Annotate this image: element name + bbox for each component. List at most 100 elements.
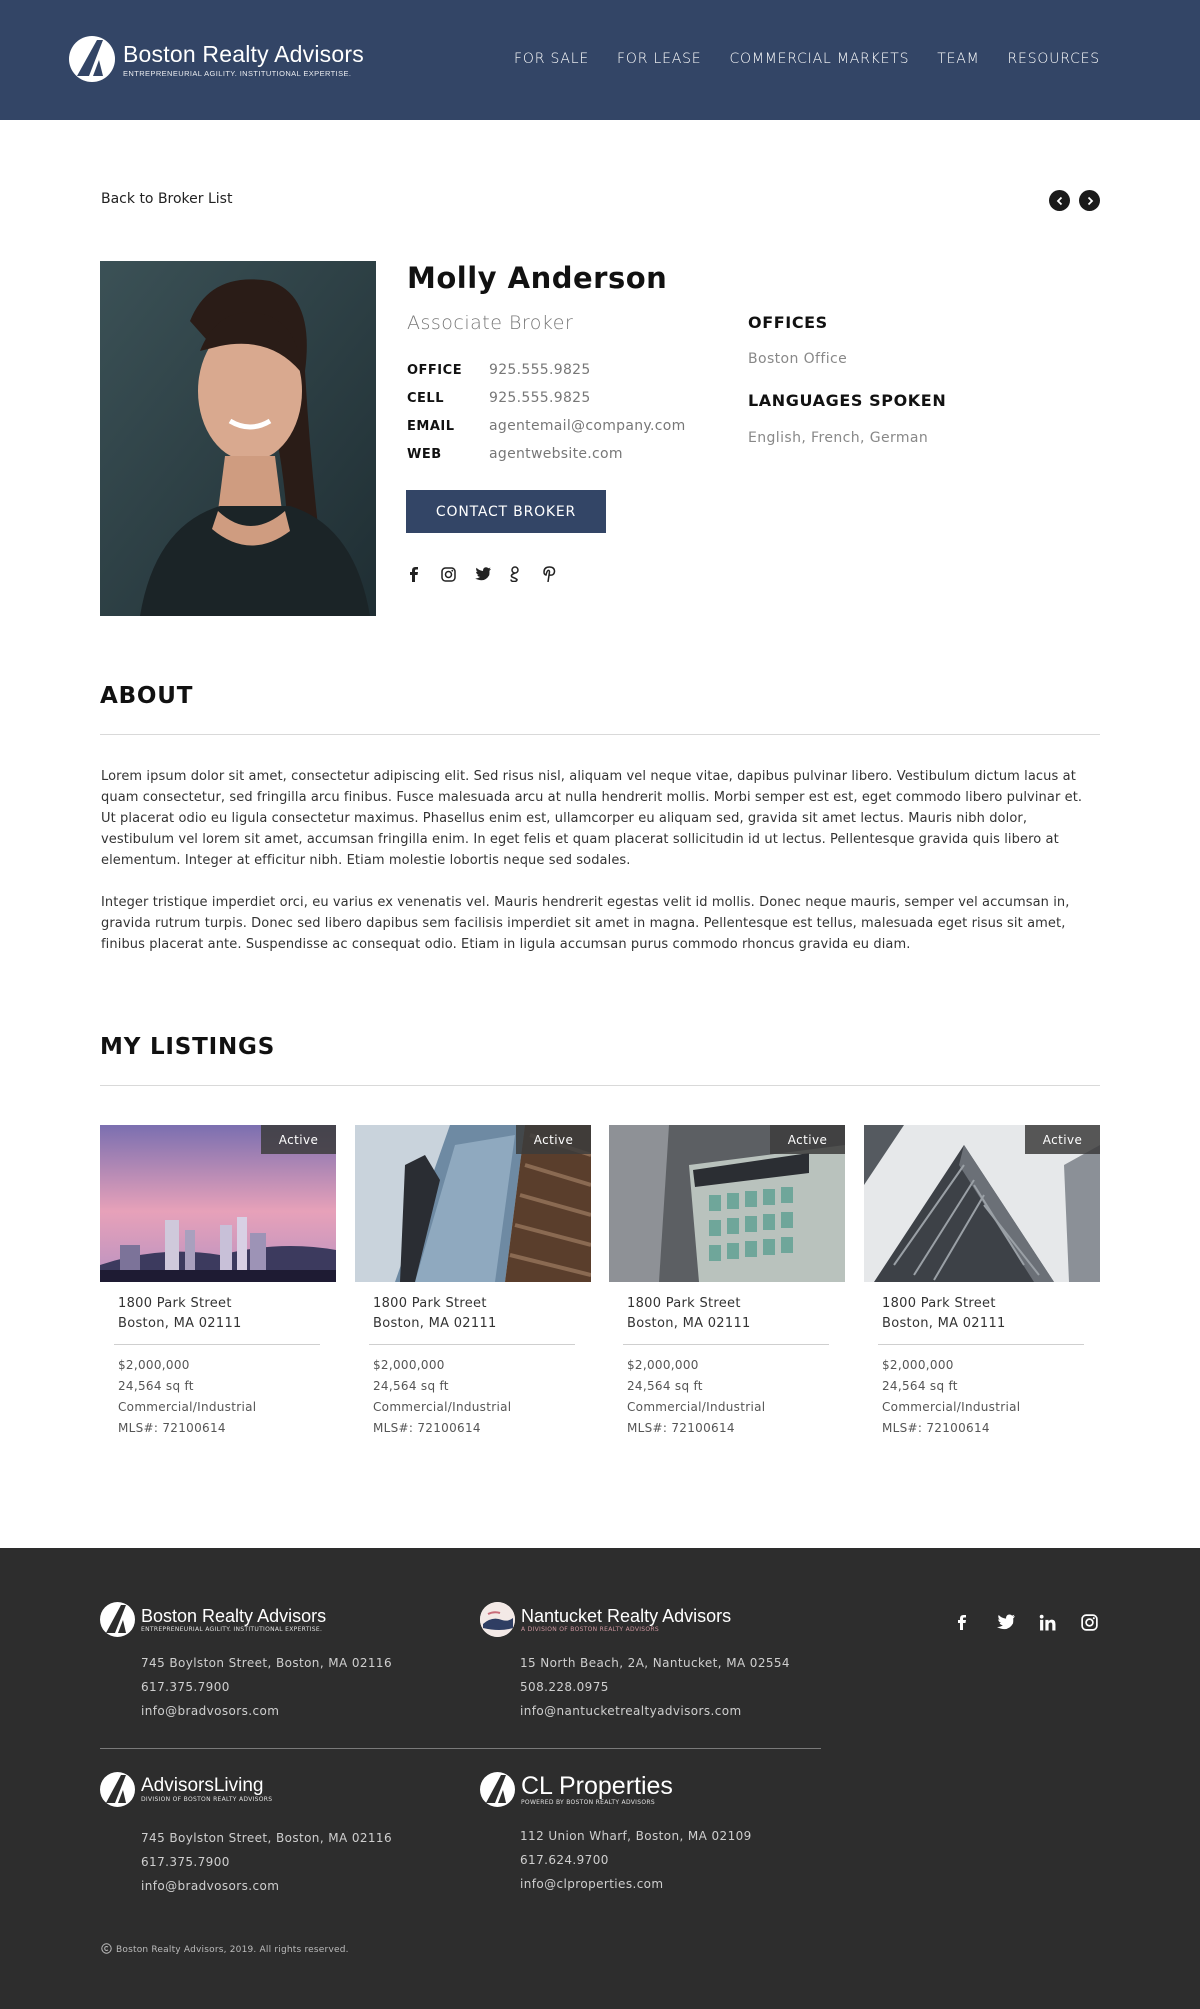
instagram-icon[interactable] (441, 563, 475, 585)
listing-mls: MLS#: 72100614 (882, 1421, 990, 1435)
listing-card[interactable]: Active 1800 Park Street Boston, MA 02111… (609, 1125, 845, 1439)
listing-price: $2,000,000 (627, 1358, 699, 1372)
brand-logo[interactable]: Boston Realty Advisors ENTREPRENEURIAL A… (69, 36, 364, 82)
footer-brand-tag: POWERED BY BOSTON REALTY ADVISORS (521, 1799, 655, 1806)
nav-resources[interactable]: RESOURCES (1008, 51, 1100, 67)
contact-label: OFFICE (407, 362, 463, 378)
listing-card[interactable]: Active 1800 Park Street Boston, MA 02111… (864, 1125, 1100, 1439)
broker-social-links (407, 563, 577, 585)
logo-mark-icon (480, 1772, 515, 1807)
about-divider (100, 734, 1100, 735)
listing-card[interactable]: Active 1800 Park Street Boston, MA 02111… (355, 1125, 591, 1439)
listing-size: 24,564 sq ft (882, 1379, 958, 1393)
contact-details: OFFICE 925.555.9825 CELL 925.555.9825 EM… (407, 356, 686, 468)
listing-size: 24,564 sq ft (627, 1379, 703, 1393)
previous-broker-button[interactable] (1049, 190, 1070, 211)
contact-label: EMAIL (407, 418, 455, 434)
nav-team[interactable]: TEAM (937, 51, 979, 67)
listing-card[interactable]: Active 1800 Park Street Boston, MA 02111… (100, 1125, 336, 1439)
listing-photo[interactable]: Active (864, 1125, 1100, 1282)
footer-brand-clproperties[interactable]: CL Properties POWERED BY BOSTON REALTY A… (480, 1772, 673, 1807)
footer-phone[interactable]: 617.375.7900 (141, 1850, 392, 1874)
contact-row-web: WEB agentwebsite.com (407, 440, 686, 468)
listing-street: 1800 Park Street (627, 1296, 741, 1311)
contact-label: CELL (407, 390, 444, 406)
footer-phone[interactable]: 617.624.9700 (520, 1848, 752, 1872)
footer-brand-name: AdvisorsLiving (141, 1775, 264, 1796)
footer-brand-name: CL Properties (521, 1772, 673, 1800)
listing-divider (623, 1344, 829, 1345)
footer-brand-name: Nantucket Realty Advisors (521, 1606, 732, 1626)
office-phone[interactable]: 925.555.9825 (489, 362, 591, 378)
footer-email[interactable]: info@clproperties.com (520, 1872, 752, 1896)
website-link[interactable]: agentwebsite.com (489, 446, 623, 462)
listing-street: 1800 Park Street (373, 1296, 487, 1311)
status-badge: Active (1025, 1125, 1100, 1154)
footer-email[interactable]: info@nantucketrealtyadvisors.com (520, 1699, 790, 1723)
nantucket-logo-icon (480, 1602, 515, 1637)
footer-brand-tag: ENTREPRENEURIAL AGILITY. INSTITUTIONAL E… (141, 1626, 323, 1633)
footer-contact-clproperties: 112 Union Wharf, Boston, MA 02109 617.62… (520, 1824, 752, 1896)
languages-value: English, French, German (748, 430, 929, 446)
status-badge: Active (516, 1125, 591, 1154)
twitter-icon[interactable] (997, 1613, 1039, 1631)
listing-price: $2,000,000 (118, 1358, 190, 1372)
footer-contact-nantucket: 15 North Beach, 2A, Nantucket, MA 02554 … (520, 1651, 790, 1723)
about-paragraph-2: Integer tristique imperdiet orci, eu var… (101, 895, 1070, 952)
twitter-icon[interactable] (475, 563, 509, 585)
email-link[interactable]: agentemail@company.com (489, 418, 686, 434)
footer-brand-boston[interactable]: Boston Realty Advisors ENTREPRENEURIAL A… (100, 1602, 326, 1637)
footer-email[interactable]: info@bradvosors.com (141, 1699, 392, 1723)
listing-city: Boston, MA 02111 (627, 1316, 751, 1331)
footer-contact-boston: 745 Boylston Street, Boston, MA 02116 61… (141, 1651, 392, 1723)
listing-city: Boston, MA 02111 (118, 1316, 242, 1331)
contact-row-email: EMAIL agentemail@company.com (407, 412, 686, 440)
facebook-icon[interactable] (955, 1613, 997, 1631)
cell-phone[interactable]: 925.555.9825 (489, 390, 591, 406)
listing-photo[interactable]: Active (100, 1125, 336, 1282)
footer-email[interactable]: info@bradvosors.com (141, 1874, 392, 1898)
broker-photo (100, 261, 376, 616)
facebook-icon[interactable] (407, 563, 441, 585)
listing-details: $2,000,000 24,564 sq ft Commercial/Indus… (882, 1355, 1100, 1439)
contact-broker-button[interactable]: CONTACT BROKER (406, 490, 606, 533)
listing-divider (369, 1344, 575, 1345)
listing-street: 1800 Park Street (882, 1296, 996, 1311)
logo-mark-icon (69, 36, 115, 82)
listing-photo[interactable]: Active (609, 1125, 845, 1282)
instagram-icon[interactable] (1081, 1613, 1123, 1631)
next-broker-button[interactable] (1079, 190, 1100, 211)
back-to-broker-list-link[interactable]: Back to Broker List (101, 191, 232, 207)
contact-row-office: OFFICE 925.555.9825 (407, 356, 686, 384)
site-header: Boston Realty Advisors ENTREPRENEURIAL A… (0, 0, 1200, 120)
footer-brand-tag: A DIVISION OF BOSTON REALTY ADVISORS (521, 1626, 659, 1633)
copyright: Boston Realty Advisors, 2019. All rights… (101, 1943, 349, 1957)
listings-divider (100, 1085, 1100, 1086)
pinterest-icon[interactable] (543, 563, 577, 585)
listing-address: 1800 Park Street Boston, MA 02111 (627, 1294, 845, 1334)
footer-phone[interactable]: 508.228.0975 (520, 1675, 790, 1699)
listing-details: $2,000,000 24,564 sq ft Commercial/Indus… (118, 1355, 336, 1439)
nav-for-sale[interactable]: FOR SALE (514, 51, 589, 67)
listing-photo[interactable]: Active (355, 1125, 591, 1282)
linkedin-icon[interactable] (1039, 1613, 1081, 1631)
listing-mls: MLS#: 72100614 (627, 1421, 735, 1435)
listing-address: 1800 Park Street Boston, MA 02111 (118, 1294, 336, 1334)
listings-heading: MY LISTINGS (100, 1034, 276, 1060)
footer-phone[interactable]: 617.375.7900 (141, 1675, 392, 1699)
about-paragraph-1: Lorem ipsum dolor sit amet, consectetur … (101, 769, 1083, 868)
brand-tagline: ENTREPRENEURIAL AGILITY. INSTITUTIONAL E… (123, 68, 352, 78)
about-heading: ABOUT (100, 683, 194, 709)
footer-brand-nantucket[interactable]: Nantucket Realty Advisors A DIVISION OF … (480, 1602, 731, 1637)
listing-details: $2,000,000 24,564 sq ft Commercial/Indus… (627, 1355, 845, 1439)
broker-name: Molly Anderson (407, 261, 668, 295)
google-plus-icon[interactable] (509, 563, 543, 585)
nav-for-lease[interactable]: FOR LEASE (617, 51, 701, 67)
listing-type: Commercial/Industrial (373, 1400, 512, 1414)
chevron-right-icon (1085, 191, 1095, 210)
nav-commercial-markets[interactable]: COMMERCIAL MARKETS (729, 51, 909, 67)
listing-divider (114, 1344, 320, 1345)
listing-city: Boston, MA 02111 (373, 1316, 497, 1331)
footer-address: 112 Union Wharf, Boston, MA 02109 (520, 1829, 752, 1843)
footer-brand-advisorsliving[interactable]: AdvisorsLiving DIVISION OF BOSTON REALTY… (100, 1772, 272, 1807)
